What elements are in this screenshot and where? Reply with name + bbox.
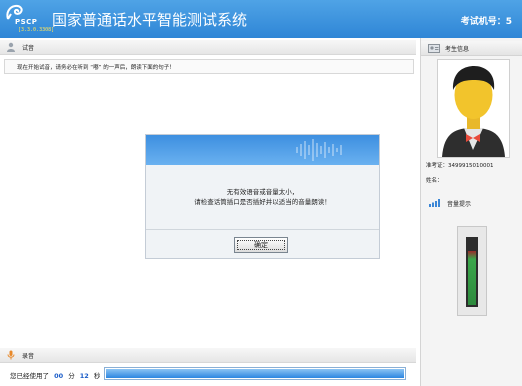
recording-progress-bar bbox=[104, 367, 406, 380]
admission-number: 准考证：3499915010001 bbox=[426, 163, 494, 169]
elapsed-minutes: 00 bbox=[54, 372, 64, 380]
exam-machine-number: 考试机号：5 bbox=[460, 17, 512, 27]
candidate-panel: 考生信息 准考证：3499915010001 姓名： 音量提示 bbox=[420, 38, 522, 386]
avatar-placeholder-icon bbox=[442, 66, 505, 157]
volume-hint-title: 音量提示 bbox=[447, 201, 472, 208]
id-card-icon bbox=[428, 44, 440, 53]
dialog-header bbox=[146, 135, 379, 165]
elapsed-seconds: 12 bbox=[79, 372, 89, 380]
instruction-box: 现在开始试音，请务必在听到 “嘟” 的一声后，朗读下面的句子！ bbox=[4, 59, 414, 74]
section-header-recording: 录音 bbox=[0, 348, 416, 363]
section-label-recording: 录音 bbox=[22, 353, 35, 360]
error-dialog: 无有效语音或音量太小， 请检查话筒插口是否插好并以适当的音量朗读！ 确定 bbox=[145, 134, 380, 259]
volume-meter-level bbox=[468, 251, 476, 305]
microphone-icon bbox=[7, 350, 15, 360]
brand-name: PSCP bbox=[15, 18, 38, 26]
candidate-name: 姓名： bbox=[426, 178, 443, 184]
minutes-unit: 分 bbox=[68, 372, 75, 380]
elapsed-time: 您已经使用了 00 分 12 秒 bbox=[10, 370, 100, 380]
elapsed-prefix: 您已经使用了 bbox=[10, 372, 49, 380]
dialog-message-line1: 无有效语音或音量太小， bbox=[226, 188, 299, 196]
title-bar: PSCP [3.3.0.3308] 国家普通话水平智能测试系统 考试机号：5 bbox=[0, 0, 522, 38]
dialog-message: 无有效语音或音量太小， 请检查话筒插口是否插好并以适当的音量朗读！ bbox=[146, 187, 379, 207]
version-label: [3.3.0.3308] bbox=[18, 27, 55, 33]
signal-bars-icon bbox=[429, 199, 440, 207]
dialog-divider bbox=[146, 229, 379, 230]
volume-meter bbox=[457, 226, 487, 316]
progress-fill bbox=[106, 369, 404, 378]
instruction-text: 现在开始试音，请务必在听到 “嘟” 的一声后，朗读下面的句子！ bbox=[17, 65, 175, 71]
volume-meter-track bbox=[466, 237, 478, 307]
seconds-unit: 秒 bbox=[93, 372, 101, 380]
candidate-info-title: 考生信息 bbox=[445, 46, 470, 53]
candidate-info-header: 考生信息 bbox=[421, 41, 522, 56]
waveform-decoration-icon bbox=[296, 139, 342, 161]
app-title: 国家普通话水平智能测试系统 bbox=[52, 11, 248, 29]
focus-ring bbox=[237, 240, 285, 250]
person-icon bbox=[7, 42, 15, 52]
dialog-message-line2: 请检查话筒插口是否插好并以适当的音量朗读！ bbox=[194, 198, 331, 206]
section-label-test: 试音 bbox=[22, 45, 35, 52]
ok-button[interactable]: 确定 bbox=[234, 237, 288, 253]
section-header-test: 试音 bbox=[0, 40, 416, 55]
candidate-avatar bbox=[437, 59, 510, 158]
